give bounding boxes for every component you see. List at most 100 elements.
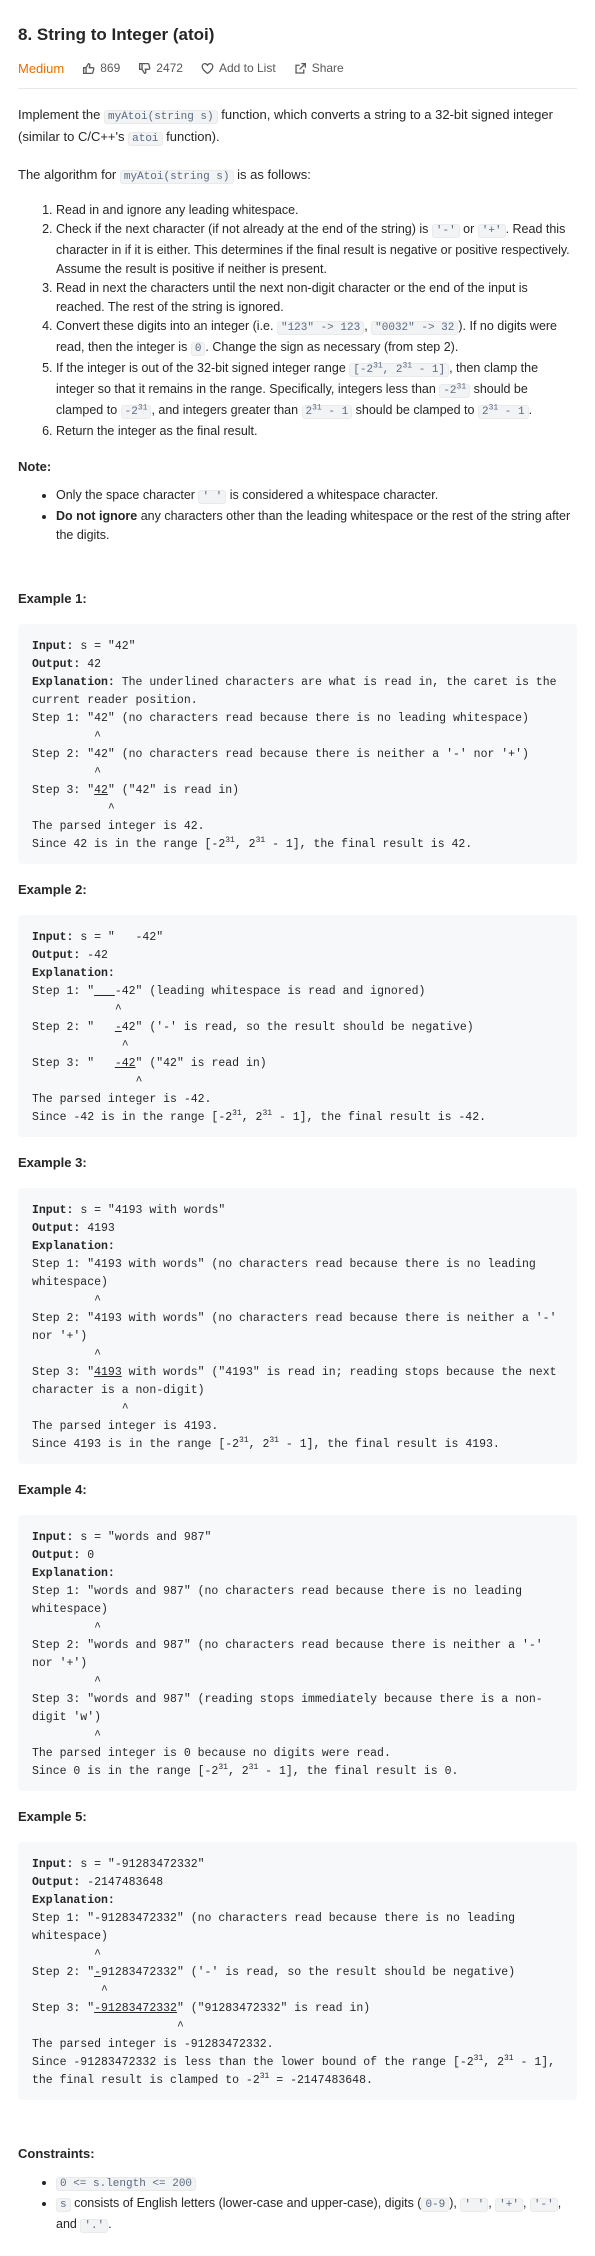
like-count: 869 [100,60,121,75]
step-text: If the integer is out of the 32-bit sign… [56,361,350,375]
output-label: Output: [32,1549,81,1562]
output-label: Output: [32,1876,81,1889]
caret-marker: ^ [32,1402,129,1415]
exponent: 31 [218,1763,228,1773]
problem-meta-bar: Medium 869 2472 Add to List Share [18,58,577,78]
inline-code: '+' [477,224,506,238]
explanation-step: " ("91283472332" is read in) [176,2002,371,2015]
explanation-step: Step 2: "4193 with words" (no characters… [32,1312,564,1343]
inline-code: -231 [439,382,471,398]
explanation-step: 42" ('-' is read, so the result should b… [121,1021,474,1034]
thumbs-up-icon [83,62,95,74]
inline-code: 0 [190,342,206,356]
dislike-button[interactable]: 2472 [138,59,183,78]
step-text: Convert these digits into an integer (i.… [56,319,277,333]
exponent: 31 [312,403,322,413]
output-value: 0 [80,1549,95,1562]
inline-code: 231 - 1 [477,403,529,419]
exponent: 31 [248,1763,259,1773]
caret-marker: ^ [32,802,115,815]
output-value: 4193 [80,1222,115,1235]
example-4-heading: Example 4: [18,1482,87,1497]
result-line: The parsed integer is 42. [32,820,205,833]
explanation-label: Explanation: [32,1240,115,1253]
share-icon [295,62,306,74]
result-line: The parsed integer is -91283472332. [32,2038,274,2051]
explanation-step: Step 1: "42" (no characters read because… [32,712,529,725]
result-line: , 2 [234,838,256,851]
explanation-step: Step 3: "words and 987" (reading stops i… [32,1693,543,1724]
share-button[interactable]: Share [294,59,344,78]
output-value: -42 [80,949,108,962]
explanation-label: Explanation: [32,676,115,689]
exponent: 31 [456,382,467,392]
constraint-item: 0 <= s.length <= 200 [56,2173,577,2194]
result-line: The parsed integer is 4193. [32,1420,219,1433]
underlined-read [94,985,115,998]
problem-title: 8. String to Integer (atoi) [18,25,215,44]
explanation-step: " ("42" is read in) [107,784,240,797]
header-divider [18,88,577,89]
note-text: is considered a whitespace character. [226,488,439,502]
add-to-list-label: Add to List [218,60,276,75]
example-1-heading: Example 1: [18,591,87,606]
step-text: , and integers greater than [151,403,302,417]
inline-code: myAtoi(string s) [119,170,234,184]
note-text: Only the space character [56,488,199,502]
exponent: 31 [373,361,383,371]
code-part: - 1 [498,406,525,418]
result-line: Since 0 is in the range [-2 [32,1765,219,1778]
result-line: , 2 [483,2056,504,2069]
code-part: -2 [443,385,457,397]
constraint-item: s consists of English letters (lower-cas… [56,2194,577,2236]
algorithm-step: Return the integer as the final result. [56,422,577,441]
explanation-step: Step 2: "42" (no characters read because… [32,748,529,761]
code-part: - 1] [412,364,446,376]
result-line: Since 42 is in the range [-2 [32,838,226,851]
inline-code: 231 - 1 [301,403,353,419]
input-label: Input: [32,640,74,653]
heart-icon [201,62,214,74]
underlined-read: - [94,1966,102,1979]
add-to-list-button[interactable]: Add to List [201,59,276,78]
exponent: 31 [137,403,148,413]
input-label: Input: [32,1204,74,1217]
exponent: 31 [239,1436,249,1446]
result-line: The parsed integer is 0 because no digit… [32,1747,391,1760]
exponent: 31 [255,836,266,846]
example-5-heading: Example 5: [18,1809,87,1824]
inline-code: ' ' [460,2198,489,2212]
inline-code: ' ' [198,490,227,504]
caret-marker: ^ [32,1294,102,1307]
result-line: Since -42 is in the range [-2 [32,1111,233,1124]
exponent: 31 [225,836,235,846]
caret-marker: ^ [32,1075,143,1088]
exponent: 31 [488,403,499,413]
result-line: - 1], the final result is -42. [272,1111,487,1124]
example-2-block: Input: s = " -42" Output: -42 Explanatio… [18,915,577,1137]
exponent: 31 [262,1109,273,1119]
example-2-heading: Example 2: [18,882,87,897]
exponent: 31 [259,2072,270,2082]
constraints-heading: Constraints: [18,2146,95,2161]
inline-code: 0-9 [421,2198,450,2212]
exponent: 31 [402,361,413,371]
underlined-read: 42 [94,784,108,797]
output-value: -2147483648 [80,1876,164,1889]
underlined-read: -42 [114,1057,136,1070]
example-5-block: Input: s = "-91283472332" Output: -21474… [18,1842,577,2100]
output-label: Output: [32,949,81,962]
input-value: s = "-91283472332" [73,1858,205,1871]
result-line: Since 4193 is in the range [-2 [32,1438,240,1451]
algorithm-step: If the integer is out of the 32-bit sign… [56,359,577,422]
explanation-step: " ("42" is read in) [135,1057,267,1070]
code-part: -2 [124,406,138,418]
explanation-step: Step 3: " [32,1366,95,1379]
result-line: = -2147483648. [269,2074,373,2087]
like-button[interactable]: 869 [82,59,120,78]
code-part: - 1 [321,406,349,418]
constraint-text: . [108,2217,112,2231]
dislike-count: 2472 [156,60,183,75]
caret-marker: ^ [32,1003,122,1016]
example-4-block: Input: s = "words and 987" Output: 0 Exp… [18,1515,577,1791]
